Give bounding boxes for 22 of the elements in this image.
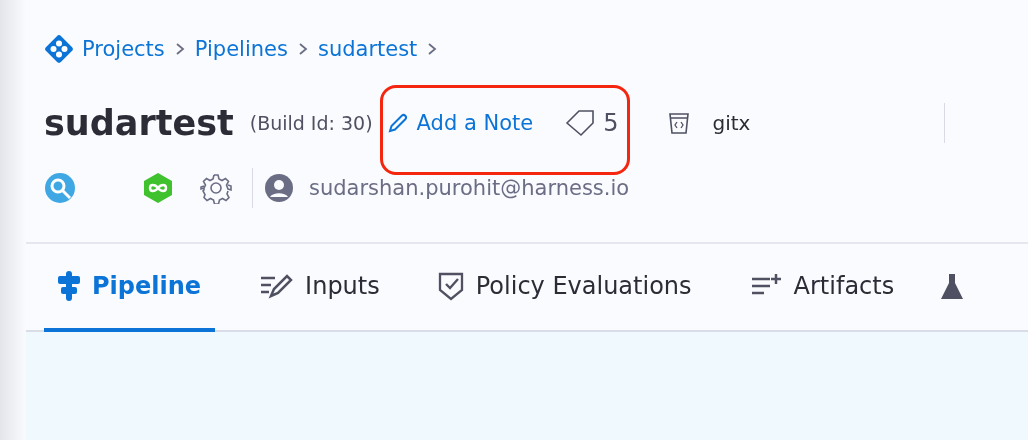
tab[interactable]: Policy Evaluations (423, 244, 706, 332)
tag-icon (565, 109, 596, 137)
infinity-badge-icon (142, 172, 174, 204)
tag-count: 5 (603, 109, 619, 137)
build-id: (Build Id: 30) (249, 112, 373, 134)
search-badge-icon (44, 172, 76, 204)
tab[interactable]: Artifacts (735, 244, 909, 332)
shield-check-icon (437, 271, 464, 301)
breadcrumb-link[interactable]: Pipelines (194, 37, 288, 61)
user-email: sudarshan.purohit@harness.io (309, 176, 630, 200)
repository-icon (668, 111, 691, 135)
pencil-lines-icon (259, 272, 294, 300)
breadcrumb-link[interactable]: Projects (82, 37, 165, 61)
add-note-link[interactable]: Add a Note (386, 111, 534, 135)
repository-name: gitx (712, 111, 751, 135)
pipeline-icon (58, 271, 80, 301)
pencil-icon (386, 112, 409, 134)
breadcrumb-link[interactable]: sudartest (317, 37, 418, 61)
settings-icon[interactable] (200, 172, 232, 204)
tab[interactable]: Inputs (245, 244, 394, 332)
user-avatar-icon (265, 174, 293, 202)
pipeline-title: sudartest (44, 103, 234, 143)
